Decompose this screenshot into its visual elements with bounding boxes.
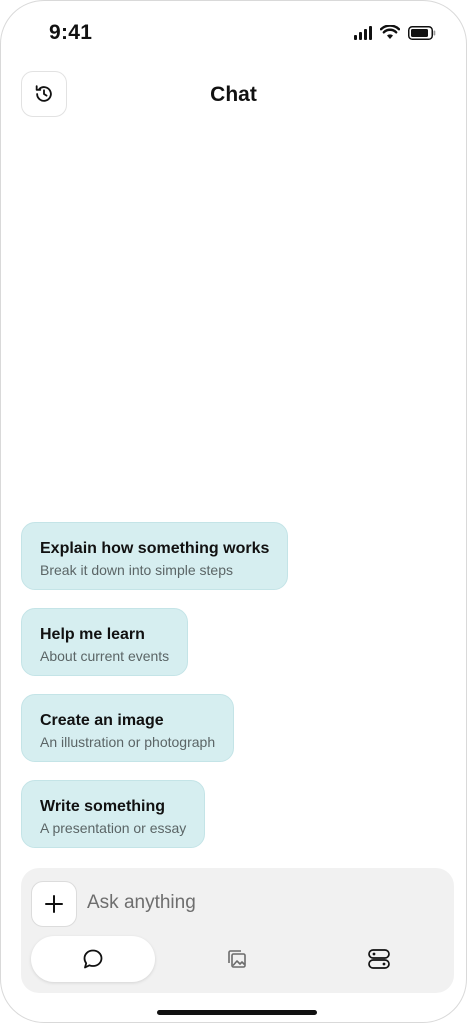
suggestion-card[interactable]: Explain how something works Break it dow… (21, 522, 289, 590)
image-mode-button[interactable] (207, 936, 267, 982)
wifi-icon (380, 25, 400, 39)
chat-mode-button[interactable] (31, 936, 155, 982)
suggestion-subtitle: A presentation or essay (40, 820, 187, 836)
apps-icon (368, 949, 390, 969)
suggestion-card[interactable]: Help me learn About current events (21, 608, 189, 676)
suggestion-card[interactable]: Write something A presentation or essay (21, 780, 206, 848)
status-time: 9:41 (49, 21, 93, 44)
status-bar: 9:41 (1, 1, 466, 71)
suggestion-card[interactable]: Create an image An illustration or photo… (21, 694, 235, 762)
apps-mode-button[interactable] (349, 936, 409, 982)
suggestion-subtitle: About current events (40, 648, 170, 664)
battery-icon (408, 25, 436, 40)
composer (21, 868, 454, 993)
phone-screen: 9:41 Chat Explain how something works Br… (0, 0, 467, 1023)
image-gallery-icon (228, 950, 246, 968)
suggestion-title: Create an image (40, 712, 164, 729)
suggestion-title: Write something (40, 798, 166, 815)
suggestion-subtitle: An illustration or photograph (40, 734, 216, 750)
mode-selector (31, 936, 444, 982)
message-input[interactable] (87, 890, 427, 916)
suggestion-title: Help me learn (40, 626, 145, 643)
page-title: Chat (210, 83, 257, 106)
suggestion-list: Explain how something works Break it dow… (21, 522, 446, 866)
attach-button[interactable] (31, 881, 77, 927)
header: Chat (1, 71, 466, 121)
home-indicator (157, 1010, 317, 1015)
suggestion-subtitle: Break it down into simple steps (40, 562, 233, 578)
plus-icon (45, 895, 63, 913)
suggestion-title: Explain how something works (40, 540, 270, 557)
status-icons (354, 25, 436, 40)
chat-bubble-icon (83, 949, 103, 969)
signal-icon (354, 25, 372, 40)
